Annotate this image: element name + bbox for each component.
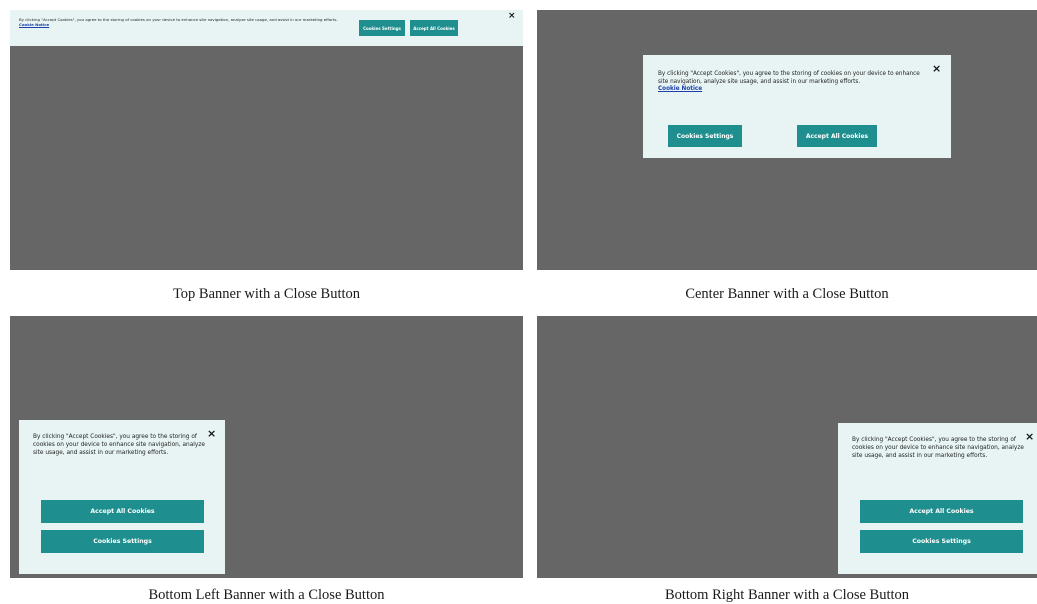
caption-bottom-right-banner: Bottom Right Banner with a Close Button (664, 587, 910, 603)
cookie-message: By clicking "Accept Cookies", you agree … (19, 17, 349, 28)
page-screen: By clicking "Accept Cookies", you agree … (10, 316, 523, 578)
page-screen: By clicking "Accept Cookies", you agree … (537, 316, 1037, 578)
cookie-banner: By clicking "Accept Cookies", you agree … (838, 423, 1037, 574)
page-screen: By clicking "Accept Cookies", you agree … (537, 10, 1037, 270)
cookie-banner: By clicking "Accept Cookies", you agree … (10, 10, 523, 46)
cookies-settings-button[interactable]: Cookies Settings (41, 530, 204, 553)
cookie-message-text: By clicking "Accept Cookies", you agree … (658, 71, 920, 85)
cookie-notice-link[interactable]: Cookie Notice (658, 86, 702, 92)
cookie-banner: By clicking "Accept Cookies", you agree … (19, 420, 225, 574)
cookie-message: By clicking "Accept Cookies", you agree … (658, 71, 930, 94)
close-icon[interactable]: × (932, 63, 941, 74)
accept-all-cookies-button[interactable]: Accept All Cookies (860, 500, 1023, 523)
close-icon[interactable]: × (207, 428, 216, 439)
close-icon[interactable]: × (508, 12, 516, 21)
accept-all-cookies-button[interactable]: Accept All Cookies (41, 500, 204, 523)
close-icon[interactable]: × (1025, 431, 1034, 442)
caption-bottom-left-banner: Bottom Left Banner with a Close Button (148, 587, 385, 603)
cookie-message: By clicking "Accept Cookies", you agree … (852, 437, 1024, 459)
cookies-settings-button[interactable]: Cookies Settings (668, 125, 742, 147)
cookie-banner: By clicking "Accept Cookies", you agree … (643, 55, 951, 158)
center-banner-example: By clicking "Accept Cookies", you agree … (537, 10, 1037, 270)
cookie-message: By clicking "Accept Cookies", you agree … (33, 434, 205, 456)
page-screen: By clicking "Accept Cookies", you agree … (10, 10, 523, 270)
caption-top-banner: Top Banner with a Close Button (172, 286, 361, 302)
accept-all-cookies-button[interactable]: Accept All Cookies (797, 125, 877, 147)
accept-all-cookies-button[interactable]: Accept All Cookies (410, 20, 458, 36)
cookies-settings-button[interactable]: Cookies Settings (860, 530, 1023, 553)
cookie-notice-link[interactable]: Cookie Notice (19, 22, 49, 27)
cookie-message-text: By clicking "Accept Cookies", you agree … (19, 17, 338, 22)
caption-center-banner: Center Banner with a Close Button (685, 286, 889, 302)
bottom-left-banner-example: By clicking "Accept Cookies", you agree … (10, 316, 523, 578)
top-banner-example: By clicking "Accept Cookies", you agree … (10, 10, 523, 270)
cookies-settings-button[interactable]: Cookies Settings (359, 20, 405, 36)
bottom-right-banner-example: By clicking "Accept Cookies", you agree … (537, 316, 1037, 578)
